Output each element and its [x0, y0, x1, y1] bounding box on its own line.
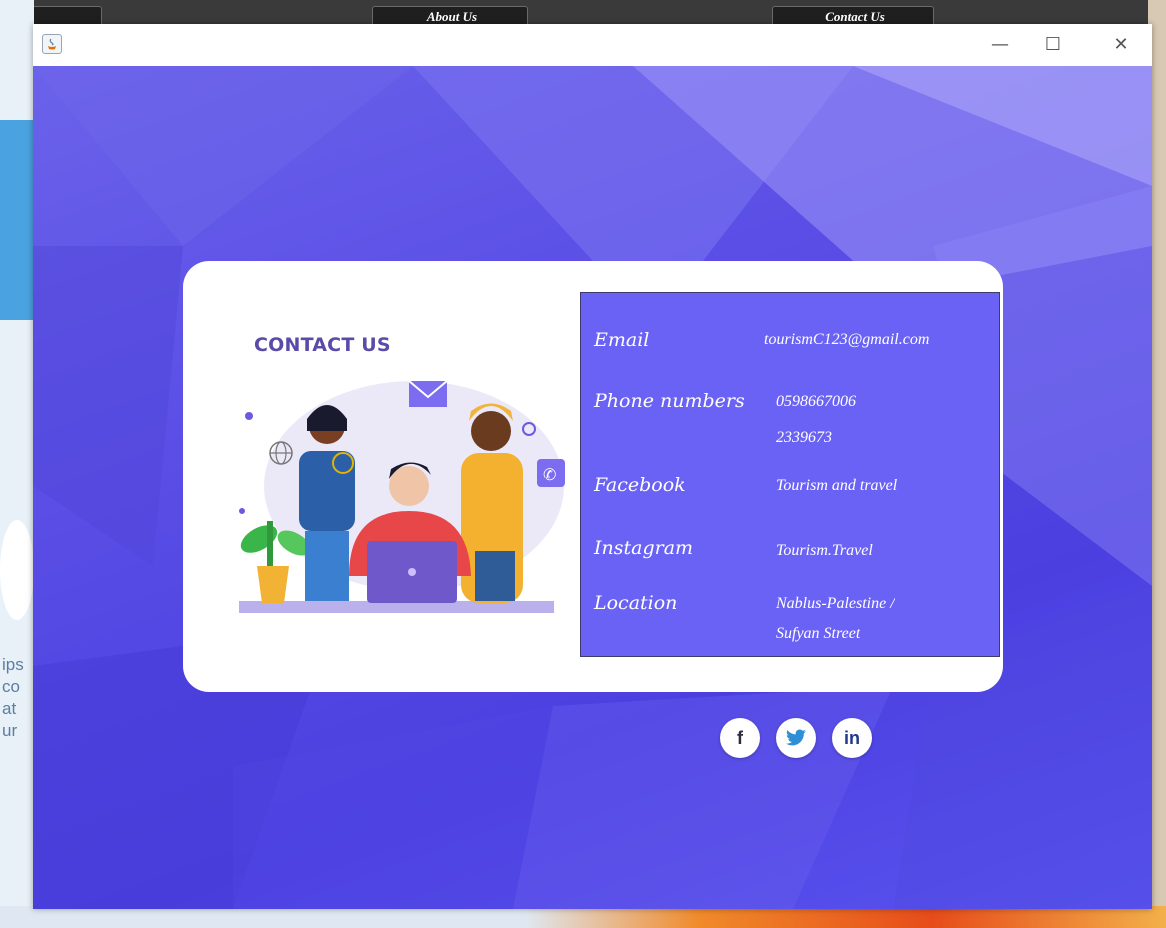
- page-title: CONTACT US: [254, 334, 391, 356]
- facebook-icon-button[interactable]: f: [720, 718, 760, 758]
- maximize-button[interactable]: ☐: [1033, 32, 1073, 58]
- background-text-2: co: [2, 677, 20, 696]
- facebook-label: Facebook: [594, 474, 686, 496]
- email-value: tourismC123@gmail.com: [764, 331, 930, 348]
- twitter-icon-button[interactable]: [776, 718, 816, 758]
- location-line-2: Sufyan Street: [776, 625, 861, 642]
- contact-card: CONTACT US ✆ Email tourismC123@gmail.com…: [183, 261, 1003, 692]
- background-text-3: at: [2, 699, 17, 718]
- svg-text:✆: ✆: [543, 465, 556, 484]
- background-text-4: ur: [2, 721, 18, 740]
- instagram-label: Instagram: [594, 537, 694, 559]
- java-app-icon: [42, 34, 62, 54]
- phone-label: Phone numbers: [594, 390, 745, 412]
- minimize-button[interactable]: —: [980, 32, 1020, 58]
- team-illustration: ✆: [239, 380, 565, 613]
- close-button[interactable]: ✕: [1101, 32, 1141, 58]
- location-line-1: Nablus-Palestine /: [776, 595, 895, 612]
- facebook-value: Tourism and travel: [776, 477, 898, 494]
- contact-info-panel: Email tourismC123@gmail.com Phone number…: [580, 292, 1000, 657]
- linkedin-icon-button[interactable]: in: [832, 718, 872, 758]
- background-desktop-bottom: [0, 906, 1166, 928]
- phone-value-2: 2339673: [776, 429, 832, 446]
- instagram-value: Tourism.Travel: [776, 542, 873, 559]
- twitter-icon: [786, 729, 806, 746]
- background-window-left: ips co at ur: [0, 0, 34, 928]
- email-label: Email: [594, 329, 650, 351]
- background-text-1: ips: [2, 655, 24, 674]
- title-bar[interactable]: — ☐ ✕: [33, 24, 1152, 66]
- phone-value-1: 0598667006: [776, 393, 856, 410]
- location-label: Location: [594, 592, 678, 614]
- background-taskbar: Hon About Us Contact Us: [0, 0, 1166, 30]
- contact-window: — ☐ ✕ CONTACT US ✆ Email tourismC123@gma…: [33, 24, 1152, 909]
- window-content: CONTACT US ✆ Email tourismC123@gmail.com…: [33, 66, 1152, 909]
